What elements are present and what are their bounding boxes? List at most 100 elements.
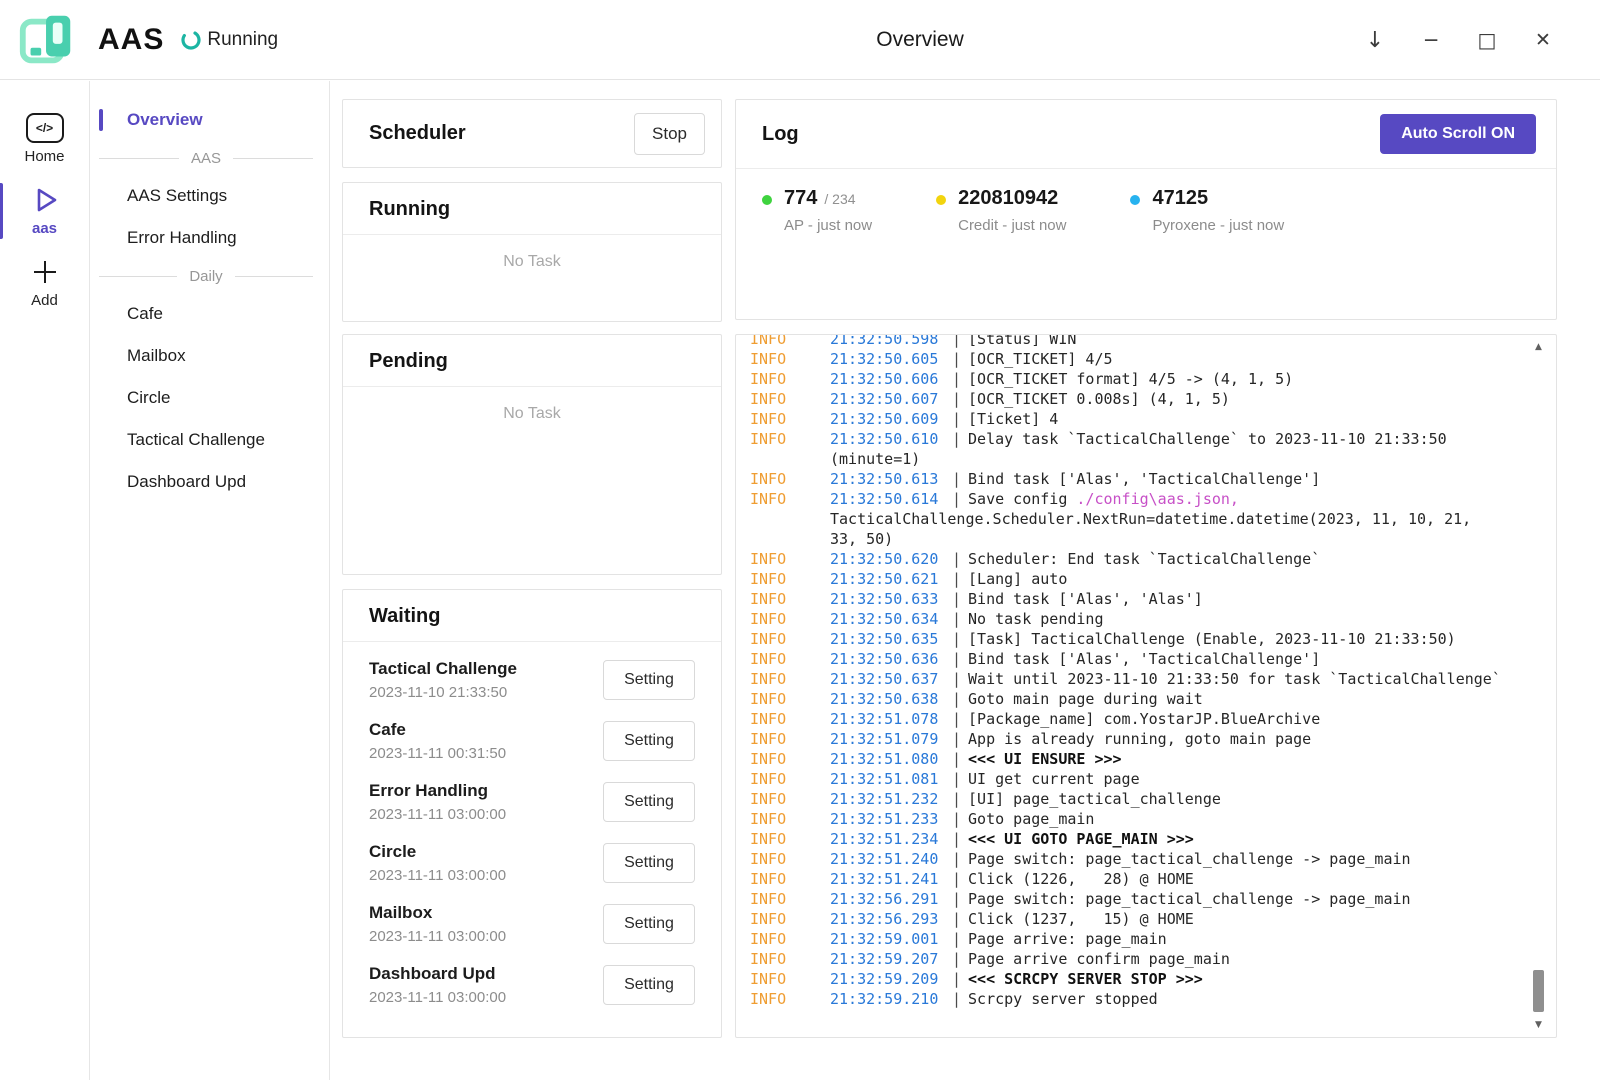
main-content: Scheduler Stop Running No Task Pending N… [330,81,1600,1080]
waiting-task-row: Tactical Challenge2023-11-10 21:33:50Set… [369,650,695,711]
log-indent [750,449,830,469]
log-line: INFO21:32:59.210|Scrcpy server stopped [750,989,1522,1009]
log-separator: | [952,349,961,369]
log-level: INFO [750,549,830,569]
log-level: INFO [750,589,830,609]
log-separator: | [952,809,961,829]
log-level: INFO [750,809,830,829]
log-timestamp: 21:32:50.606 [830,369,952,389]
download-icon[interactable]: ↓ [1360,25,1390,55]
menu-item-circle[interactable]: Circle [91,377,329,419]
log-line: INFO21:32:51.080|<<< UI ENSURE >>> [750,749,1522,769]
log-message: Click (1226, 28) @ HOME [968,869,1194,889]
log-message: <<< UI GOTO PAGE_MAIN >>> [968,829,1194,849]
log-separator: | [952,549,961,569]
waiting-card: Waiting Tactical Challenge2023-11-10 21:… [342,589,722,1038]
log-message: Goto main page during wait [968,689,1203,709]
stat-value-row: 774/ 234 [784,187,872,210]
rail-item-add[interactable]: Add [0,247,89,319]
log-timestamp: 21:32:51.240 [830,849,952,869]
log-line: INFO21:32:51.234|<<< UI GOTO PAGE_MAIN >… [750,829,1522,849]
log-separator: | [952,849,961,869]
log-message: App is already running, goto main page [968,729,1311,749]
log-timestamp: 21:32:50.635 [830,629,952,649]
log-message: Scrcpy server stopped [968,989,1158,1009]
rail-add-label: Add [31,292,58,309]
log-level: INFO [750,569,830,589]
window-controls: ↓ ─ □ ✕ [1360,0,1558,80]
menu-group-daily: Daily [91,259,329,293]
menu-item-cafe[interactable]: Cafe [91,293,329,335]
scroll-down-icon[interactable]: ▼ [1531,1018,1546,1032]
status-text: Running [207,29,278,51]
stat-value-row: 220810942 [958,187,1066,210]
task-setting-button[interactable]: Setting [603,721,695,761]
log-line: INFO21:32:50.637|Wait until 2023-11-10 2… [750,669,1522,689]
log-message: Scheduler: End task `TacticalChallenge` [968,549,1320,569]
log-separator: | [952,649,961,669]
log-message: [Task] TacticalChallenge (Enable, 2023-1… [968,629,1456,649]
log-message: [OCR_TICKET format] 4/5 -> (4, 1, 5) [968,369,1293,389]
scroll-up-icon[interactable]: ▲ [1531,340,1546,354]
task-setting-button[interactable]: Setting [603,782,695,822]
stat-dot-icon [936,195,946,205]
waiting-task-row: Dashboard Upd2023-11-11 03:00:00Setting [369,955,695,1016]
log-line: INFO21:32:59.207|Page arrive confirm pag… [750,949,1522,969]
scrollbar-thumb[interactable] [1533,970,1544,1012]
menu-item-error-handling[interactable]: Error Handling [91,217,329,259]
log-line: INFO21:32:50.609|[Ticket] 4 [750,409,1522,429]
log-level: INFO [750,409,830,429]
page-title: Overview [810,28,1030,52]
code-icon: </> [26,113,64,143]
menu-item-tactical-challenge[interactable]: Tactical Challenge [91,419,329,461]
log-message: [OCR_TICKET] 4/5 [968,349,1113,369]
maximize-icon[interactable]: □ [1472,25,1502,55]
log-separator: | [952,729,961,749]
waiting-task-row: Circle2023-11-11 03:00:00Setting [369,833,695,894]
log-separator: | [952,409,961,429]
menu-item-dashboard-upd[interactable]: Dashboard Upd [91,461,329,503]
log-separator: | [952,669,961,689]
rail-item-home[interactable]: </> Home [0,103,89,175]
log-timestamp: 21:32:50.638 [830,689,952,709]
task-setting-button[interactable]: Setting [603,843,695,883]
task-setting-button[interactable]: Setting [603,965,695,1005]
waiting-task-row: Error Handling2023-11-11 03:00:00Setting [369,772,695,833]
log-line: INFO21:32:51.079|App is already running,… [750,729,1522,749]
menu-item-mailbox[interactable]: Mailbox [91,335,329,377]
log-level: INFO [750,769,830,789]
log-line: INFO21:32:50.633|Bind task ['Alas', 'Ala… [750,589,1522,609]
log-level: INFO [750,749,830,769]
log-message: [Ticket] 4 [968,409,1058,429]
close-icon[interactable]: ✕ [1528,25,1558,55]
scheduler-card: Scheduler Stop [342,99,722,168]
log-level: INFO [750,709,830,729]
log-separator: | [952,869,961,889]
log-timestamp: 21:32:56.293 [830,909,952,929]
stat-value: 220810942 [958,187,1058,210]
log-level: INFO [750,489,830,509]
log-message: 33, 50) [830,529,893,549]
menu-item-overview[interactable]: Overview [91,99,329,141]
log-timestamp: 21:32:50.637 [830,669,952,689]
auto-scroll-button[interactable]: Auto Scroll ON [1380,114,1536,154]
log-line: INFO21:32:50.605|[OCR_TICKET] 4/5 [750,349,1522,369]
log-separator: | [952,389,961,409]
log-timestamp: 21:32:51.234 [830,829,952,849]
active-indicator [99,109,103,131]
dashboard-stat: 47125Pyroxene - just now [1130,187,1284,234]
log-level: INFO [750,469,830,489]
task-setting-button[interactable]: Setting [603,904,695,944]
log-line: INFO21:32:51.241|Click (1226, 28) @ HOME [750,869,1522,889]
minimize-icon[interactable]: ─ [1416,25,1446,55]
log-separator: | [952,929,961,949]
waiting-task-list: Tactical Challenge2023-11-10 21:33:50Set… [343,642,721,1016]
stop-button[interactable]: Stop [634,113,705,155]
log-level: INFO [750,429,830,449]
rail-item-aas[interactable]: aas [0,175,89,247]
task-setting-button[interactable]: Setting [603,660,695,700]
log-line: INFO21:32:59.001|Page arrive: page_main [750,929,1522,949]
log-message: [Package_name] com.YostarJP.BlueArchive [968,709,1320,729]
log-line: INFO21:32:50.636|Bind task ['Alas', 'Tac… [750,649,1522,669]
menu-item-aas-settings[interactable]: AAS Settings [91,175,329,217]
